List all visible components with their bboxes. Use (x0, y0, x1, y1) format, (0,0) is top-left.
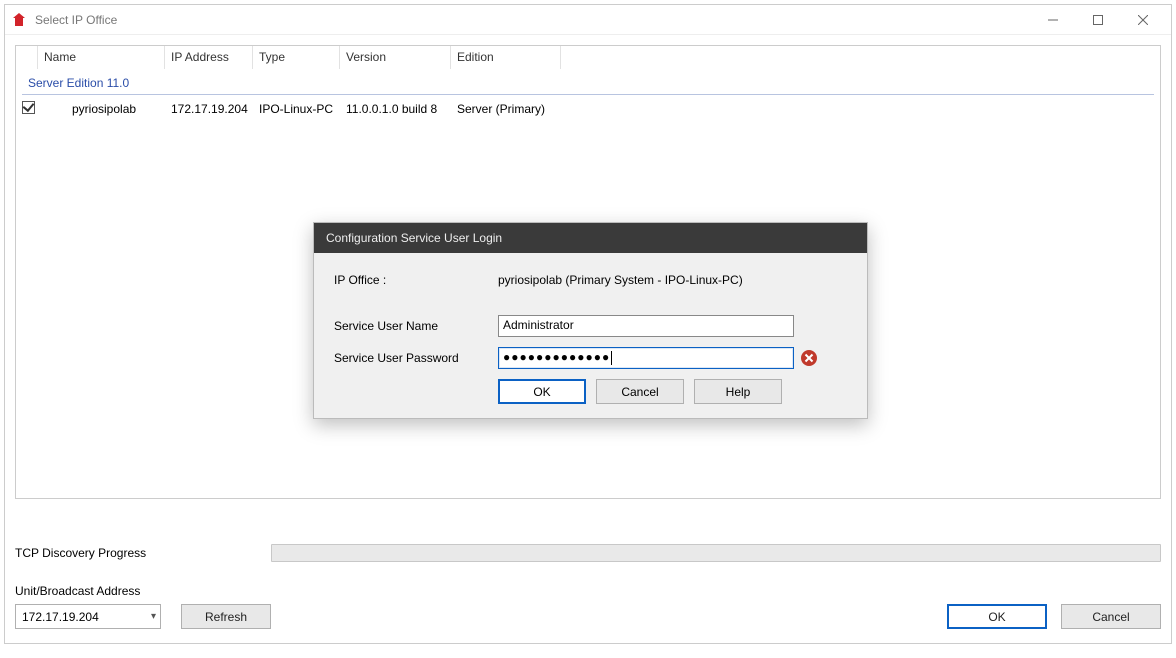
column-header-version[interactable]: Version (340, 46, 451, 69)
dialog-ok-button[interactable]: OK (498, 379, 586, 404)
chevron-down-icon: ▾ (151, 611, 156, 622)
row-type: IPO-Linux-PC (253, 102, 340, 116)
refresh-button[interactable]: Refresh (181, 604, 271, 629)
progress-bar (271, 544, 1161, 562)
window-title: Select IP Office (35, 13, 117, 27)
minimize-button[interactable] (1030, 6, 1075, 34)
login-dialog: Configuration Service User Login IP Offi… (313, 222, 868, 419)
column-header-edition[interactable]: Edition (451, 46, 561, 69)
dialog-cancel-button[interactable]: Cancel (596, 379, 684, 404)
ipoffice-value: pyriosipolab (Primary System - IPO-Linux… (498, 273, 743, 287)
error-icon (800, 349, 818, 367)
cancel-button[interactable]: Cancel (1061, 604, 1161, 629)
bottom-row: 172.17.19.204 ▾ Refresh OK Cancel (15, 604, 1161, 629)
column-header-name[interactable]: Name (38, 46, 165, 69)
password-input[interactable]: ●●●●●●●●●●●●● (498, 347, 794, 369)
dialog-body: IP Office : pyriosipolab (Primary System… (314, 253, 867, 418)
close-button[interactable] (1120, 6, 1165, 34)
footer: TCP Discovery Progress Unit/Broadcast Ad… (15, 544, 1161, 629)
text-caret (611, 351, 612, 365)
username-input[interactable]: Administrator (498, 315, 794, 337)
row-version: 11.0.0.1.0 build 8 (340, 102, 451, 116)
grid-header: Name IP Address Type Version Edition (16, 46, 1160, 70)
table-row[interactable]: pyriosipolab 172.17.19.204 IPO-Linux-PC … (16, 95, 1160, 123)
ipoffice-label: IP Office : (334, 273, 498, 287)
dialog-title: Configuration Service User Login (314, 223, 867, 253)
column-header-checkbox[interactable] (16, 46, 38, 69)
column-header-ip[interactable]: IP Address (165, 46, 253, 69)
dialog-help-button[interactable]: Help (694, 379, 782, 404)
column-header-type[interactable]: Type (253, 46, 340, 69)
main-window: Select IP Office Name IP Address Type Ve… (4, 4, 1172, 644)
row-checkbox[interactable] (22, 101, 35, 114)
progress-label: TCP Discovery Progress (15, 546, 271, 560)
username-label: Service User Name (334, 319, 498, 333)
dialog-buttons: OK Cancel Help (334, 379, 851, 404)
group-header[interactable]: Server Edition 11.0 (22, 72, 1154, 95)
row-name: pyriosipolab (38, 102, 165, 116)
broadcast-address-combo[interactable]: 172.17.19.204 ▾ (15, 604, 161, 629)
progress-row: TCP Discovery Progress (15, 544, 1161, 562)
row-ip: 172.17.19.204 (165, 102, 253, 116)
row-edition: Server (Primary) (451, 102, 651, 116)
maximize-button[interactable] (1075, 6, 1120, 34)
broadcast-address-label: Unit/Broadcast Address (15, 584, 1161, 598)
ok-button[interactable]: OK (947, 604, 1047, 629)
titlebar: Select IP Office (5, 5, 1171, 35)
window-controls (1030, 6, 1165, 34)
password-label: Service User Password (334, 351, 498, 365)
row-checkbox-cell[interactable] (16, 101, 38, 117)
broadcast-address-value: 172.17.19.204 (22, 610, 99, 624)
app-icon (11, 12, 27, 28)
